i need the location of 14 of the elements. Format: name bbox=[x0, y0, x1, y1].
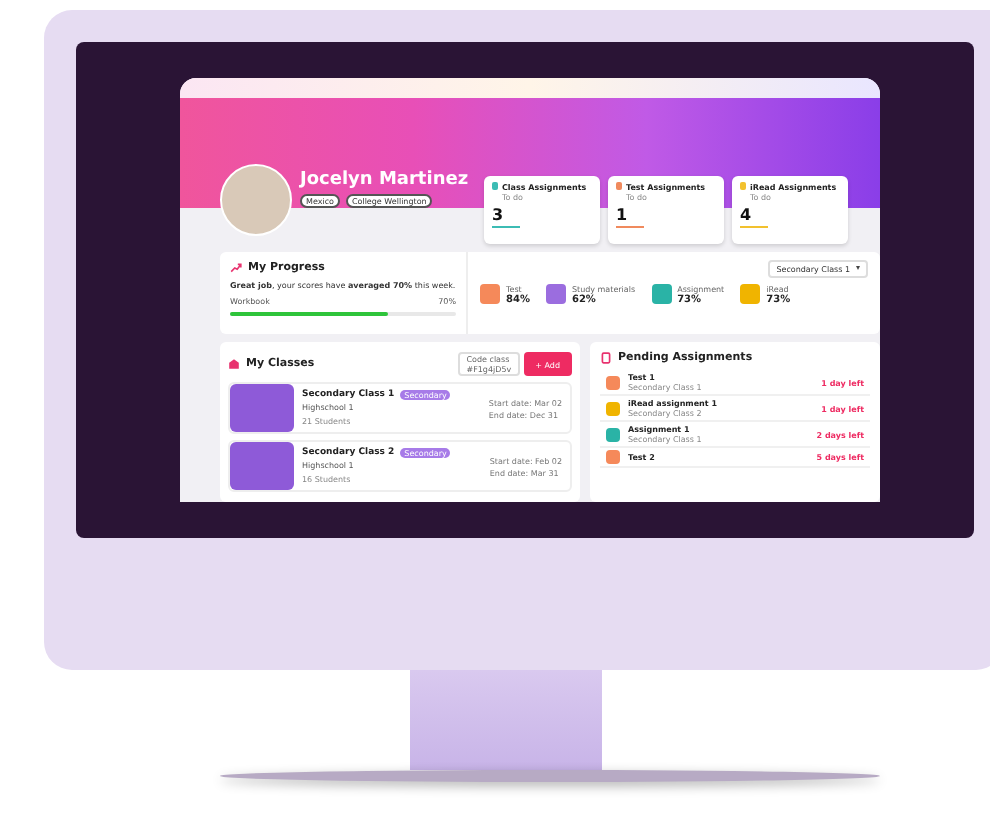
card-underline bbox=[492, 225, 520, 228]
card-underline bbox=[740, 225, 768, 228]
card-count: 1 bbox=[616, 205, 630, 224]
clipboard-icon bbox=[600, 352, 612, 364]
caret-icon bbox=[856, 266, 860, 271]
card-underline bbox=[616, 225, 644, 228]
avatar-photo-placeholder bbox=[220, 163, 292, 236]
photo-placeholder bbox=[230, 442, 294, 490]
card-count: 3 bbox=[492, 205, 506, 224]
school-icon bbox=[228, 358, 240, 370]
photo-placeholder bbox=[230, 384, 294, 432]
card-count: 4 bbox=[740, 205, 754, 224]
profile-name: Jocelyn Martinez bbox=[300, 169, 469, 190]
trend-arrow-icon bbox=[230, 261, 242, 274]
